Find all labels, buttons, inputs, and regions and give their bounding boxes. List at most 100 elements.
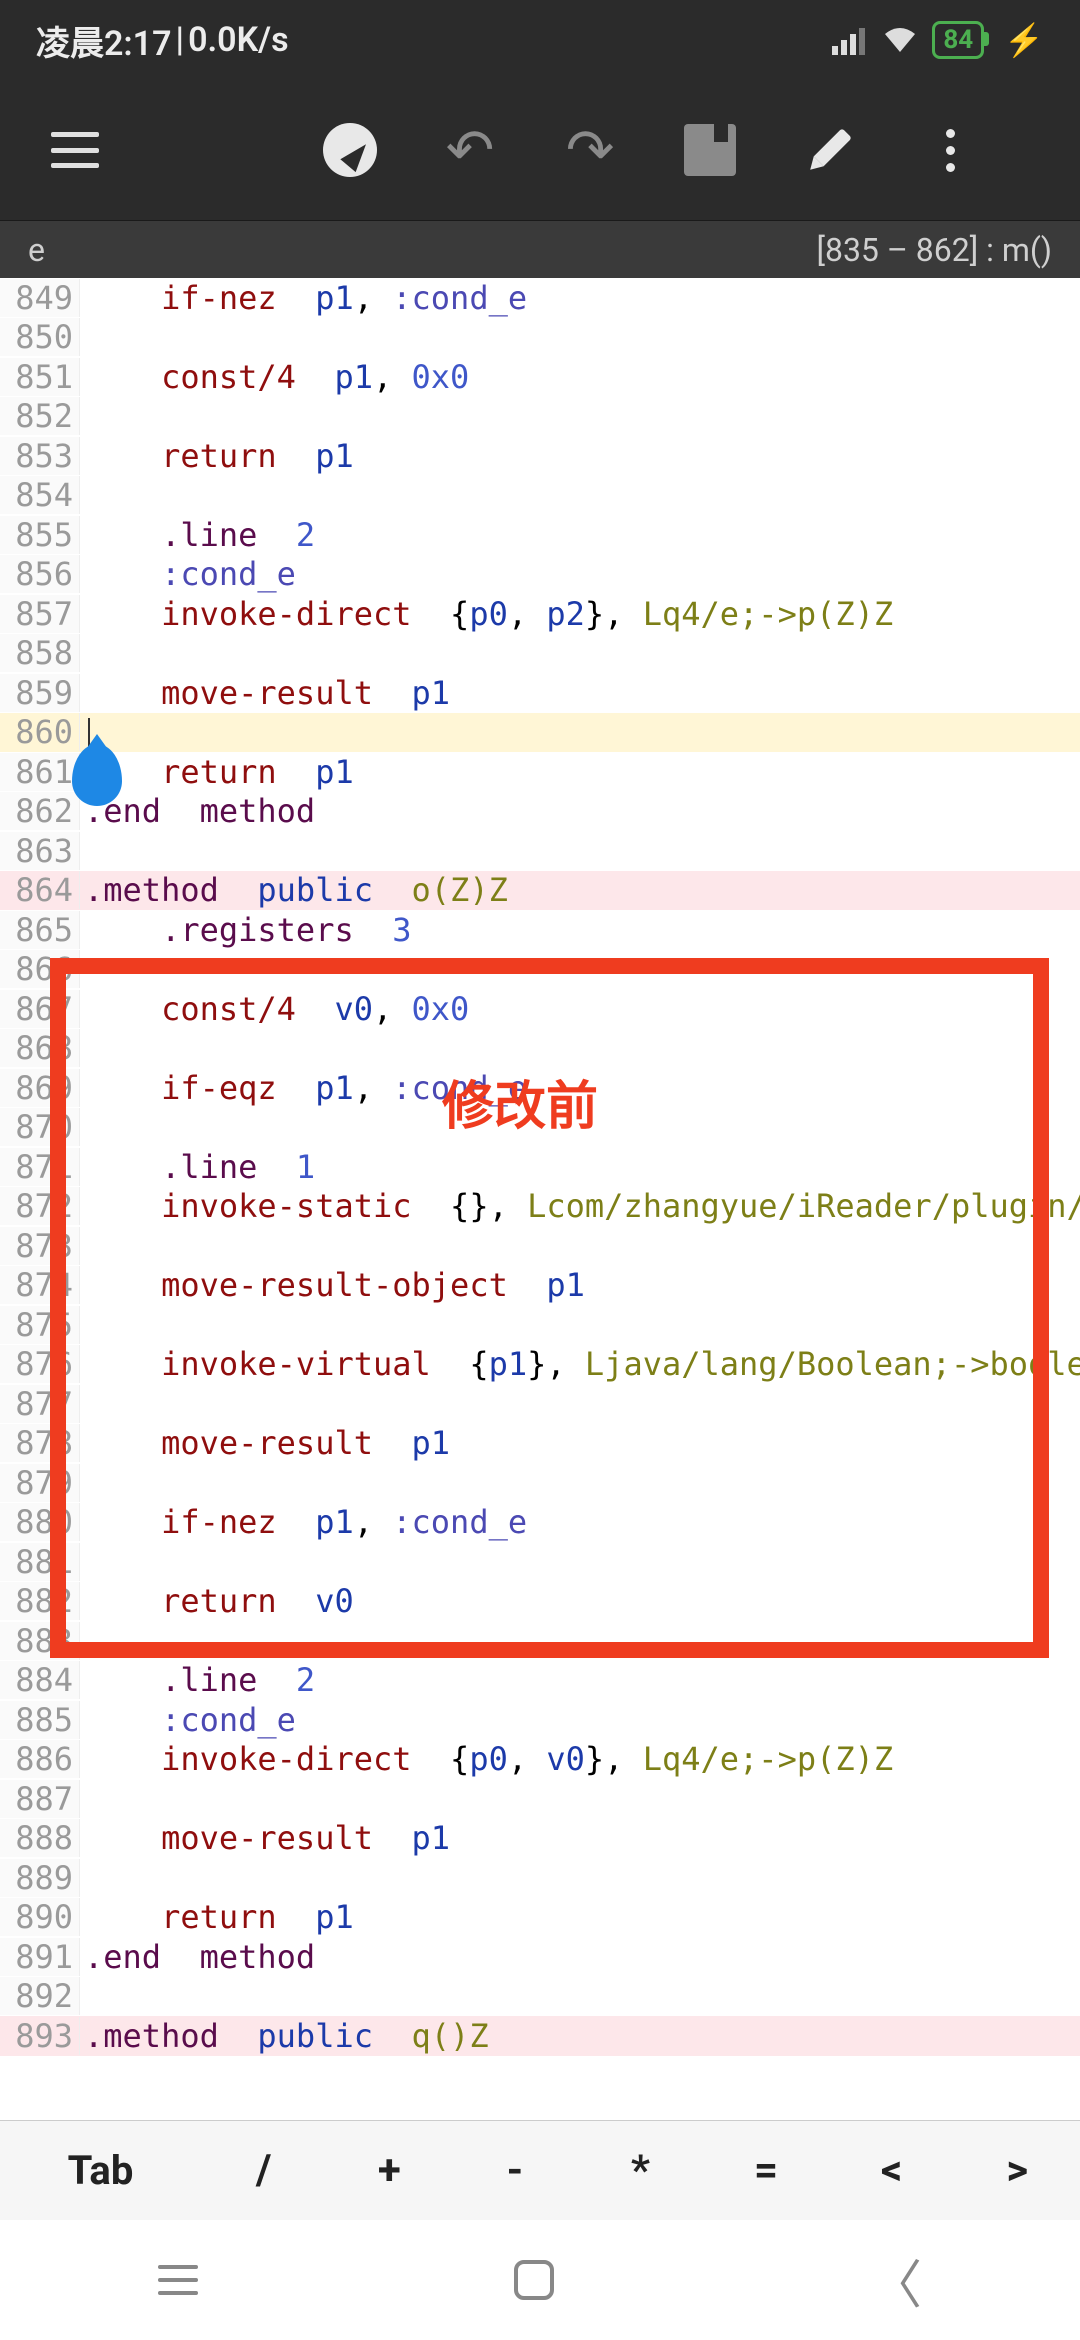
code-content: return p1 — [80, 437, 1080, 475]
code-line[interactable]: 856 :cond_e — [0, 555, 1080, 595]
code-line[interactable]: 882 return v0 — [0, 1582, 1080, 1622]
code-editor[interactable]: 修改前 849 if-nez p1, :cond_e850851 const/4… — [0, 278, 1080, 2120]
code-line[interactable]: 883 — [0, 1621, 1080, 1661]
code-line[interactable]: 884 .line 2 — [0, 1661, 1080, 1701]
code-content: .end method — [80, 1938, 1080, 1976]
code-line[interactable]: 865 .registers 3 — [0, 910, 1080, 950]
code-content: invoke-static {}, Lcom/zhangyue/iReader/… — [80, 1187, 1080, 1225]
code-line[interactable]: 889 — [0, 1858, 1080, 1898]
back-button[interactable]: 〈 — [870, 2243, 922, 2318]
kb-key-tab[interactable]: Tab — [0, 2147, 201, 2194]
line-number: 865 — [0, 911, 80, 949]
line-number: 858 — [0, 634, 80, 672]
code-line[interactable]: 850 — [0, 318, 1080, 358]
line-number: 888 — [0, 1819, 80, 1857]
line-number: 887 — [0, 1780, 80, 1818]
code-line[interactable]: 849 if-nez p1, :cond_e — [0, 278, 1080, 318]
code-line[interactable]: 893.method public q()Z — [0, 2016, 1080, 2056]
code-content: .end method — [80, 792, 1080, 830]
code-line[interactable]: 863 — [0, 831, 1080, 871]
line-number: 874 — [0, 1266, 80, 1304]
status-net: 0.0K/s — [188, 20, 288, 60]
charging-icon: ⚡ — [1004, 21, 1044, 59]
code-line[interactable]: 878 move-result p1 — [0, 1424, 1080, 1464]
editor-info-strip: e [835 – 862] : m() — [0, 220, 1080, 278]
code-line[interactable]: 860 — [0, 713, 1080, 753]
line-number: 866 — [0, 950, 80, 988]
code-content: if-nez p1, :cond_e — [80, 279, 1080, 317]
kb-key-*[interactable]: * — [578, 2146, 704, 2195]
kb-key-=[interactable]: = — [703, 2146, 829, 2195]
line-number: 890 — [0, 1898, 80, 1936]
recents-button[interactable] — [158, 2265, 198, 2295]
line-number: 850 — [0, 318, 80, 356]
line-number: 851 — [0, 358, 80, 396]
code-line[interactable]: 888 move-result p1 — [0, 1819, 1080, 1859]
overflow-button[interactable] — [890, 100, 1010, 200]
save-button[interactable] — [650, 100, 770, 200]
code-line[interactable]: 866 — [0, 950, 1080, 990]
toolbar: ↶ ↷ — [0, 80, 1080, 220]
code-line[interactable]: 855 .line 2 — [0, 515, 1080, 555]
edit-button[interactable] — [770, 100, 890, 200]
code-content: .registers 3 — [80, 911, 1080, 949]
code-line[interactable]: 861 return p1 — [0, 752, 1080, 792]
kb-key->[interactable]: > — [954, 2146, 1080, 2195]
code-line[interactable]: 886 invoke-direct {p0, v0}, Lq4/e;->p(Z)… — [0, 1740, 1080, 1780]
code-line[interactable]: 876 invoke-virtual {p1}, Ljava/lang/Bool… — [0, 1345, 1080, 1385]
menu-button[interactable] — [30, 100, 120, 200]
code-line[interactable]: 857 invoke-direct {p0, p2}, Lq4/e;->p(Z)… — [0, 594, 1080, 634]
code-content: .method public o(Z)Z — [80, 871, 1080, 909]
line-number: 877 — [0, 1385, 80, 1423]
home-button[interactable] — [514, 2260, 554, 2300]
code-line[interactable]: 862.end method — [0, 792, 1080, 832]
code-line[interactable]: 859 move-result p1 — [0, 673, 1080, 713]
code-line[interactable]: 890 return p1 — [0, 1898, 1080, 1938]
code-content: move-result p1 — [80, 674, 1080, 712]
code-content: .line 1 — [80, 1148, 1080, 1186]
kb-key-+[interactable]: + — [327, 2146, 453, 2195]
navigate-button[interactable] — [290, 100, 410, 200]
code-line[interactable]: 879 — [0, 1463, 1080, 1503]
kb-key-/[interactable]: / — [201, 2146, 327, 2195]
code-line[interactable]: 871 .line 1 — [0, 1147, 1080, 1187]
code-line[interactable]: 881 — [0, 1542, 1080, 1582]
code-line[interactable]: 867 const/4 v0, 0x0 — [0, 989, 1080, 1029]
code-content: :cond_e — [80, 1701, 1080, 1739]
undo-button[interactable]: ↶ — [410, 100, 530, 200]
code-line[interactable]: 852 — [0, 397, 1080, 437]
code-content: if-eqz p1, :cond_e — [80, 1069, 1080, 1107]
code-content: invoke-virtual {p1}, Ljava/lang/Boolean;… — [80, 1345, 1080, 1383]
line-number: 869 — [0, 1069, 80, 1107]
code-line[interactable]: 868 — [0, 1029, 1080, 1069]
code-line[interactable]: 892 — [0, 1977, 1080, 2017]
save-icon — [684, 124, 736, 176]
redo-button[interactable]: ↷ — [530, 100, 650, 200]
code-line[interactable]: 891.end method — [0, 1937, 1080, 1977]
redo-icon: ↷ — [566, 116, 615, 185]
line-number: 854 — [0, 476, 80, 514]
code-line[interactable]: 875 — [0, 1305, 1080, 1345]
code-content: invoke-direct {p0, p2}, Lq4/e;->p(Z)Z — [80, 595, 1080, 633]
code-line[interactable]: 851 const/4 p1, 0x0 — [0, 357, 1080, 397]
code-line[interactable]: 870 — [0, 1108, 1080, 1148]
code-line[interactable]: 854 — [0, 476, 1080, 516]
code-line[interactable]: 864.method public o(Z)Z — [0, 871, 1080, 911]
line-number: 864 — [0, 871, 80, 909]
kb-key--[interactable]: - — [452, 2146, 578, 2195]
code-line[interactable]: 885 :cond_e — [0, 1700, 1080, 1740]
code-line[interactable]: 880 if-nez p1, :cond_e — [0, 1503, 1080, 1543]
line-number: 885 — [0, 1701, 80, 1739]
code-line[interactable]: 872 invoke-static {}, Lcom/zhangyue/iRea… — [0, 1187, 1080, 1227]
code-line[interactable]: 869 if-eqz p1, :cond_e — [0, 1068, 1080, 1108]
code-line[interactable]: 873 — [0, 1226, 1080, 1266]
code-line[interactable]: 874 move-result-object p1 — [0, 1266, 1080, 1306]
code-line[interactable]: 877 — [0, 1384, 1080, 1424]
line-number: 857 — [0, 595, 80, 633]
code-line[interactable]: 887 — [0, 1779, 1080, 1819]
code-line[interactable]: 853 return p1 — [0, 436, 1080, 476]
kb-key-<[interactable]: < — [829, 2146, 955, 2195]
code-line[interactable]: 858 — [0, 634, 1080, 674]
hamburger-icon — [51, 132, 99, 168]
line-number: 873 — [0, 1227, 80, 1265]
